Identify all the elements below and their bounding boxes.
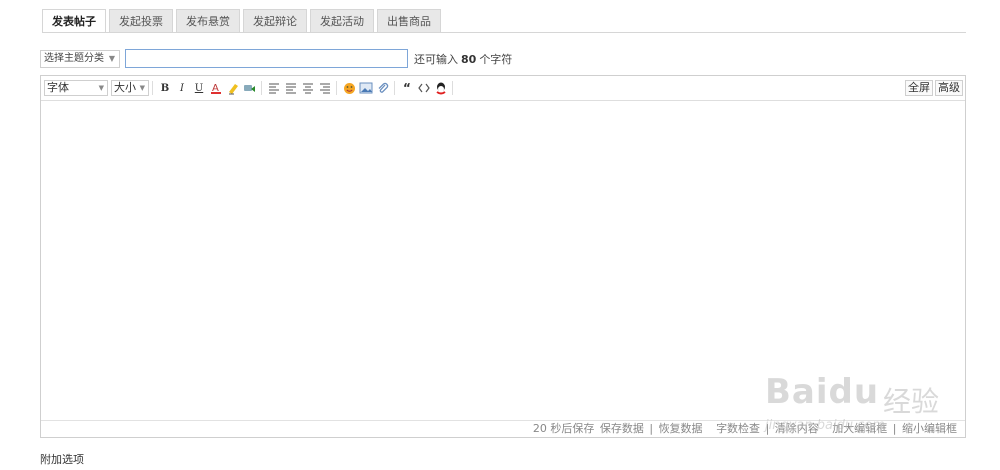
toolbar-separator [394,81,395,95]
chevron-down-icon: ▼ [108,53,115,63]
toolbar-separator [452,81,453,95]
font-size-select[interactable]: 大小 ▼ [111,80,149,96]
toolbar-right: 全屏 高级 [903,80,963,96]
toolbar-separator [152,81,153,95]
size-select-label: 大小 [114,81,136,94]
remaining-count: 80 [461,52,477,66]
toolbar-separator [261,81,262,95]
align-right-icon[interactable] [317,80,333,96]
align-center-icon[interactable] [300,80,316,96]
subject-row: 选择主题分类 ▼ 还可输入 80 个字符 [40,49,512,68]
tab-sell[interactable]: 出售商品 [377,9,441,32]
fullscreen-button[interactable]: 全屏 [905,80,933,96]
underline-button[interactable]: U [191,80,207,96]
baidu-jingyan-watermark: Baidu 经验 jingyan.baidu.com [765,362,955,442]
bold-button[interactable]: B [157,80,173,96]
watermark-brand: 经验 [883,385,940,418]
post-type-tabs: 发表帖子 发起投票 发布悬赏 发起辩论 发起活动 出售商品 [42,9,444,33]
highlight-icon[interactable] [225,80,241,96]
qq-icon[interactable] [433,80,449,96]
watermark-logo: Baidu [765,372,879,412]
code-icon[interactable] [416,80,432,96]
tab-poll[interactable]: 发起投票 [109,9,173,32]
editor-toolbar: 字体 ▼ 大小 ▼ B I U A “ 全屏 高级 [41,76,965,101]
advanced-button[interactable]: 高级 [935,80,963,96]
autosave-text: 20 秒后保存 [532,422,595,435]
statusbar-separator: | [649,422,654,435]
align-left-icon[interactable] [266,80,282,96]
toolbar-separator [336,81,337,95]
font-family-select[interactable]: 字体 ▼ [44,80,108,96]
remaining-chars: 还可输入 80 个字符 [414,51,512,67]
align-left-alt-icon[interactable] [283,80,299,96]
image-icon[interactable] [358,80,374,96]
attachment-icon[interactable] [375,80,391,96]
tab-debate[interactable]: 发起辩论 [243,9,307,32]
font-select-label: 字体 [47,81,69,94]
tabs-divider [42,32,966,33]
tab-reward[interactable]: 发布悬赏 [176,9,240,32]
chevron-down-icon: ▼ [98,84,104,92]
smiley-icon[interactable] [341,80,357,96]
quote-icon[interactable]: “ [399,80,415,96]
watermark-url: jingyan.baidu.com [765,418,885,433]
link-icon[interactable] [242,80,258,96]
restore-data-link[interactable]: 恢复数据 [659,422,703,435]
save-data-link[interactable]: 保存数据 [600,422,644,435]
remaining-prefix: 还可输入 [414,52,458,66]
tab-activity[interactable]: 发起活动 [310,9,374,32]
category-select-label: 选择主题分类 [44,52,104,64]
extra-options-label[interactable]: 附加选项 [40,451,84,467]
word-count-link[interactable]: 字数检查 [716,422,760,435]
category-select[interactable]: 选择主题分类 ▼ [40,49,120,68]
title-input[interactable] [125,49,408,68]
remaining-suffix: 个字符 [479,52,513,66]
tab-post[interactable]: 发表帖子 [42,9,106,33]
chevron-down-icon: ▼ [139,84,145,92]
italic-button[interactable]: I [174,80,190,96]
watermark-logo-text: Baidu [765,372,880,412]
font-color-icon[interactable]: A [208,80,224,96]
